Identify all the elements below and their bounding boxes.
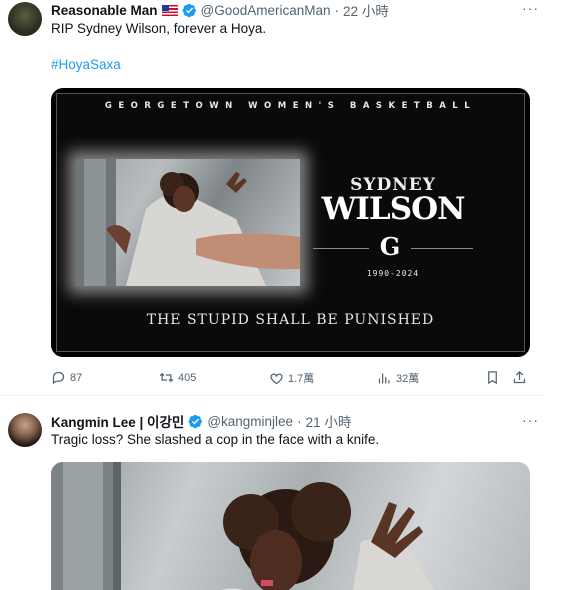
tweet-header: Reasonable Man @GoodAmericanMan · 22 小時 [51,0,389,20]
retweet-count: 405 [178,371,197,384]
separator-dot: · [334,2,340,18]
tweet[interactable]: Kangmin Lee | 이강민 @kangminjlee · 21 小時 ·… [0,397,545,590]
card-motto: THE STUPID SHALL BE PUNISHED [146,312,435,328]
avatar[interactable] [8,413,42,447]
divider-right [411,248,473,249]
tweet-header: Kangmin Lee | 이강민 @kangminjlee · 21 小時 [51,411,352,431]
card-last-name: WILSON [321,191,466,227]
bookmark-icon [488,371,497,385]
more-icon[interactable]: ··· [522,413,539,427]
tweet-media-image[interactable]: GEORGETOWN WOMEN'S BASKETBALL SYDNEY WIL… [51,88,530,357]
verified-badge-icon[interactable] [182,3,197,18]
like-icon [270,372,283,384]
timestamp[interactable]: 22 小時 [343,0,389,20]
display-name[interactable]: Kangmin Lee | 이강민 [51,411,184,431]
handle[interactable]: @kangminjlee [207,414,293,429]
retweet-button[interactable]: 405 [159,370,196,385]
avatar[interactable] [8,2,42,36]
reply-button[interactable]: 87 [51,370,82,385]
tweet-text: Tragic loss? She slashed a cop in the fa… [51,432,380,447]
tweet[interactable]: Reasonable Man @GoodAmericanMan · 22 小時 … [0,0,545,396]
tweet-text: RIP Sydney Wilson, forever a Hoya. [51,21,267,36]
retweet-icon [159,372,174,383]
hashtag-link[interactable]: #HoyaSaxa [51,57,121,72]
divider-left [313,248,369,249]
share-button[interactable] [512,370,527,385]
card-banner: GEORGETOWN WOMEN'S BASKETBALL [104,101,477,111]
tweet-actions: 87 405 1.7萬 32萬 [51,370,533,388]
more-icon[interactable]: ··· [522,1,539,15]
card-years: 1990-2024 [366,269,420,278]
bookmark-button[interactable] [485,370,500,385]
separator-dot: · [297,413,302,429]
views-button[interactable]: 32萬 [377,370,419,386]
georgetown-logo: G [379,232,401,261]
share-icon [513,370,526,384]
reply-icon [52,371,65,385]
handle[interactable]: @GoodAmericanMan [201,3,331,18]
tweet-media-image[interactable] [51,462,530,590]
bodycam-photo [76,159,300,286]
like-button[interactable]: 1.7萬 [269,370,314,386]
reply-count: 87 [70,371,83,384]
timestamp[interactable]: 21 小時 [306,411,352,431]
like-count: 1.7萬 [288,373,315,385]
us-flag-icon [161,4,178,16]
display-name[interactable]: Reasonable Man [51,3,158,18]
views-icon [378,373,390,383]
views-count: 32萬 [396,373,420,385]
verified-badge-icon[interactable] [188,414,203,429]
